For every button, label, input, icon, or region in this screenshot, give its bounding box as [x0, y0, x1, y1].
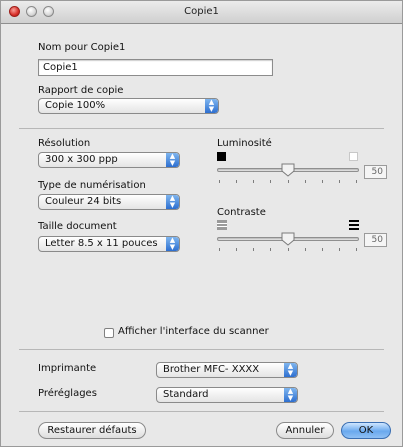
ratio-label: Rapport de copie: [38, 85, 124, 96]
printer-popup[interactable]: Brother MFC- XXXX ▲ ▼: [156, 362, 298, 378]
updown-arrows-icon: ▲ ▼: [205, 99, 218, 113]
printer-label: Imprimante: [38, 363, 97, 374]
scan-type-value: Couleur 24 bits: [45, 196, 122, 207]
separator: [19, 349, 384, 350]
presets-value: Standard: [163, 389, 209, 400]
doc-size-value: Letter 8.5 x 11 pouces: [45, 238, 158, 249]
title-bar: Copie1: [1, 1, 402, 24]
updown-arrows-icon: ▲ ▼: [166, 195, 179, 209]
updown-arrows-icon: ▲ ▼: [284, 363, 297, 377]
restore-defaults-button[interactable]: Restaurer défauts: [38, 422, 146, 439]
name-field[interactable]: Copie1: [38, 59, 273, 76]
window-title: Copie1: [184, 6, 219, 17]
brightness-low-icon: [217, 152, 226, 161]
contrast-value: 50: [364, 233, 387, 247]
updown-arrows-icon: ▲ ▼: [166, 153, 179, 167]
presets-label: Préréglages: [38, 388, 97, 399]
doc-size-label: Taille document: [38, 221, 117, 232]
resolution-value: 300 x 300 ppp: [45, 154, 118, 165]
contrast-label: Contraste: [217, 207, 266, 218]
separator: [19, 411, 384, 412]
resolution-label: Résolution: [38, 138, 91, 149]
show-scanner-interface-checkbox[interactable]: [104, 328, 114, 338]
presets-popup[interactable]: Standard ▲ ▼: [156, 387, 298, 403]
cancel-button[interactable]: Annuler: [276, 422, 334, 439]
slider-thumb-icon[interactable]: [281, 232, 295, 246]
brightness-value: 50: [364, 165, 387, 179]
name-label: Nom pour Copie1: [38, 42, 126, 53]
show-scanner-interface-label[interactable]: Afficher l'interface du scanner: [118, 326, 269, 337]
ok-button[interactable]: OK: [341, 422, 391, 439]
copy-ratio-popup[interactable]: Copie 100% ▲ ▼: [38, 98, 219, 114]
copy-ratio-value: Copie 100%: [45, 100, 106, 111]
contrast-low-icon: [217, 220, 227, 230]
doc-size-popup[interactable]: Letter 8.5 x 11 pouces ▲ ▼: [38, 236, 180, 252]
slider-thumb-icon[interactable]: [281, 163, 295, 177]
updown-arrows-icon: ▲ ▼: [166, 237, 179, 251]
updown-arrows-icon: ▲ ▼: [284, 388, 297, 402]
separator: [19, 128, 384, 129]
scan-type-label: Type de numérisation: [38, 180, 146, 191]
resolution-popup[interactable]: 300 x 300 ppp ▲ ▼: [38, 152, 180, 168]
scan-type-popup[interactable]: Couleur 24 bits ▲ ▼: [38, 194, 180, 210]
contrast-high-icon: [349, 220, 359, 230]
printer-value: Brother MFC- XXXX: [163, 364, 260, 375]
copy-settings-window: Copie1 Nom pour Copie1 Copie1 Rapport de…: [0, 0, 403, 447]
brightness-high-icon: [349, 152, 358, 161]
brightness-label: Luminosité: [217, 138, 272, 149]
